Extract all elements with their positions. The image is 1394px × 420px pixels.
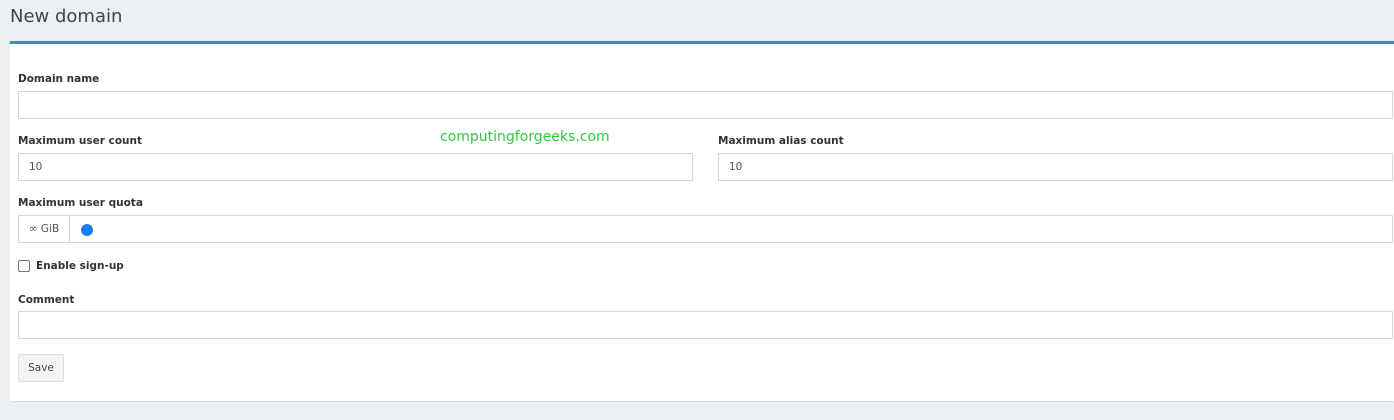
page-title: New domain <box>10 6 123 27</box>
max-alias-count-input[interactable]: 10 <box>718 153 1393 181</box>
new-domain-form: Domain name Maximum user count 10 Maximu… <box>10 41 1394 401</box>
watermark: computingforgeeks.com <box>440 129 610 145</box>
comment-label: Comment <box>18 294 75 306</box>
max-alias-count-label: Maximum alias count <box>718 135 844 147</box>
comment-input[interactable] <box>18 311 1393 339</box>
max-user-count-label: Maximum user count <box>18 135 143 147</box>
domain-name-input[interactable] <box>18 91 1393 119</box>
slider-thumb[interactable] <box>81 224 93 236</box>
quota-addon: ∞ GiB <box>19 216 70 242</box>
domain-name-label: Domain name <box>18 73 100 85</box>
max-user-quota-slider[interactable]: ∞ GiB <box>18 215 1393 243</box>
save-button[interactable]: Save <box>18 354 64 382</box>
max-user-count-input[interactable]: 10 <box>18 153 693 181</box>
enable-signup-checkbox[interactable] <box>18 260 30 272</box>
max-user-quota-label: Maximum user quota <box>18 197 143 209</box>
enable-signup-label[interactable]: Enable sign-up <box>36 260 124 272</box>
